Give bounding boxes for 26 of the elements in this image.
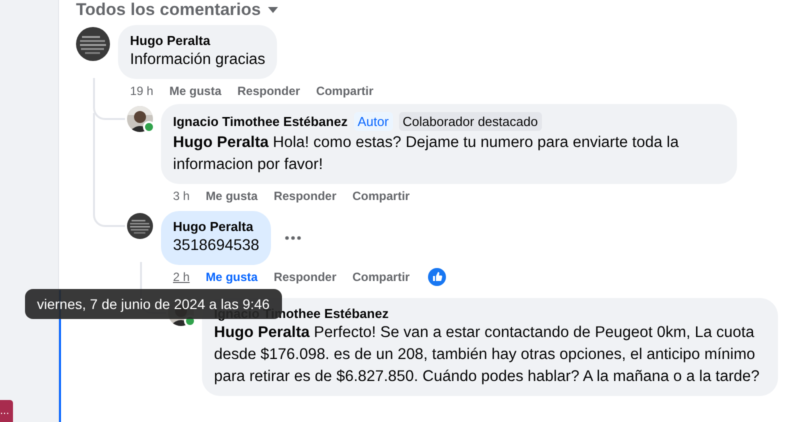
- like-link[interactable]: Me gusta: [206, 270, 258, 284]
- share-link[interactable]: Compartir: [352, 189, 410, 203]
- caret-icon[interactable]: [266, 6, 279, 14]
- comment-text: Hugo Peralta Hola! como estas? Dejame tu numero para enviarte toda la informacion por favor!: [173, 133, 680, 175]
- comment-text: Información gracias: [130, 50, 266, 70]
- timestamp-link[interactable]: 3 h: [173, 189, 190, 203]
- like-reaction-icon[interactable]: [428, 268, 446, 286]
- share-link[interactable]: Compartir: [316, 84, 374, 98]
- like-link[interactable]: Me gusta: [169, 84, 222, 98]
- featured-contributor-badge: Colaborador destacado: [398, 112, 542, 131]
- side-tab-button[interactable]: ...: [0, 400, 13, 422]
- author-name[interactable]: Hugo Peralta: [173, 219, 254, 234]
- comment-text: 3518694538: [173, 236, 260, 256]
- reply-link[interactable]: Responder: [274, 189, 336, 203]
- author-name[interactable]: Hugo Peralta: [130, 33, 210, 48]
- reply-link[interactable]: Responder: [274, 270, 336, 284]
- author-badge: Autor: [354, 112, 393, 131]
- timestamp-link[interactable]: 19 h: [130, 84, 154, 98]
- more-options-icon[interactable]: [285, 236, 302, 240]
- timestamp-link[interactable]: 2 h: [173, 270, 190, 284]
- like-link[interactable]: Me gusta: [206, 189, 258, 203]
- comment-text: Hugo Peralta Perfecto! Se van a estar contactando de Peugeot 0km, La cuota desde $176.098. es de un 208, también hay otras opciones, el anticipo mínimo para retirar es de $6.827.850. Cuándo podes hablar? A la mañana o a la tarde?: [214, 323, 760, 387]
- share-link[interactable]: Compartir: [352, 270, 410, 284]
- reply-link[interactable]: Responder: [237, 84, 300, 98]
- comments-filter-title[interactable]: Todos los comentarios: [76, 0, 261, 20]
- author-name[interactable]: Ignacio Timothee Estébanez: [173, 114, 348, 129]
